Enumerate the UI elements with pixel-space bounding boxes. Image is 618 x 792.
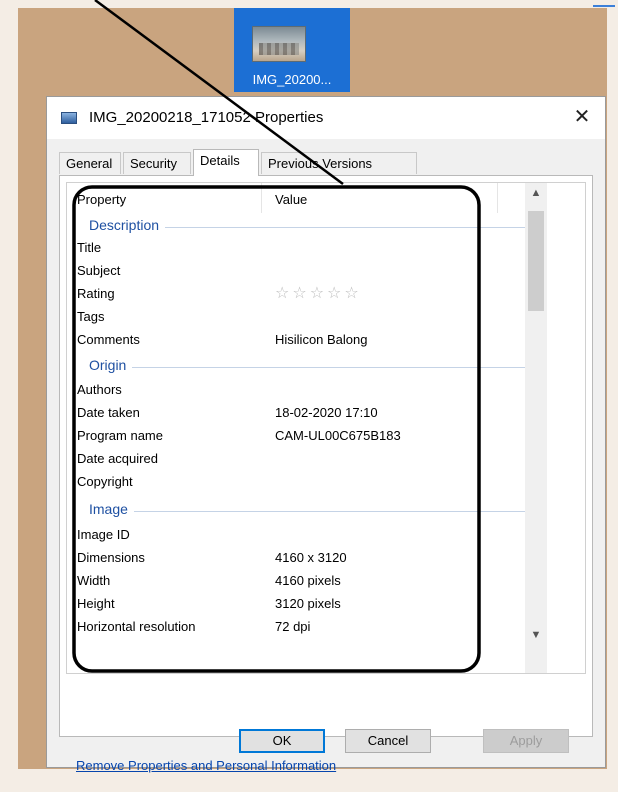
property-label: Width xyxy=(77,573,111,588)
apply-button[interactable]: Apply xyxy=(483,729,569,753)
desktop-file-icon[interactable]: IMG_20200... xyxy=(234,8,350,92)
desktop-file-label: IMG_20200... xyxy=(252,72,332,87)
edge-mark xyxy=(593,5,615,7)
property-label: Dimensions xyxy=(77,550,145,565)
property-label: Program name xyxy=(77,428,163,443)
group-divider xyxy=(89,367,527,368)
scroll-thumb[interactable] xyxy=(528,211,544,311)
group-label: Origin xyxy=(89,357,133,373)
group-label: Image xyxy=(89,501,134,517)
property-value[interactable]: Hisilicon Balong xyxy=(275,329,368,351)
cancel-button[interactable]: Cancel xyxy=(345,729,431,753)
property-label: Title xyxy=(77,240,102,255)
scroll-down-icon[interactable]: ▼ xyxy=(525,629,547,647)
property-value[interactable]: 4160 pixels xyxy=(275,570,341,592)
close-button[interactable]: ✕ xyxy=(567,103,597,131)
property-label: Image ID xyxy=(77,527,130,542)
property-label: Height xyxy=(77,596,115,611)
property-label: Authors xyxy=(77,382,122,397)
column-separator[interactable] xyxy=(261,183,262,213)
property-label: Horizontal resolution xyxy=(77,619,196,634)
property-value[interactable]: 72 dpi xyxy=(275,616,310,638)
property-value[interactable]: CAM-UL00C675B183 xyxy=(275,425,401,447)
group-divider xyxy=(89,511,527,512)
property-value[interactable]: 3120 pixels xyxy=(275,593,341,615)
tab-previous-versions[interactable]: Previous Versions xyxy=(261,152,417,174)
property-label: Rating xyxy=(77,286,115,301)
column-separator[interactable] xyxy=(497,183,498,213)
group-label: Description xyxy=(89,217,166,233)
remove-properties-link[interactable]: Remove Properties and Personal Informati… xyxy=(76,758,336,773)
property-label: Date acquired xyxy=(77,451,158,466)
column-header-property[interactable]: Property xyxy=(77,189,126,211)
property-label: Copyright xyxy=(77,474,133,489)
tab-security[interactable]: Security xyxy=(123,152,191,174)
dialog-titlebar[interactable]: IMG_20200218_171052 Properties ✕ xyxy=(47,97,605,139)
ok-button[interactable]: OK xyxy=(239,729,325,753)
property-value[interactable]: 4160 x 3120 xyxy=(275,547,347,569)
details-panel: Property Value Description Title Subject… xyxy=(59,175,593,773)
property-label: Date taken xyxy=(77,405,140,420)
border-strip-right xyxy=(607,0,618,792)
group-header-description: Description xyxy=(67,215,527,237)
scroll-up-icon[interactable]: ▲ xyxy=(525,187,547,205)
tab-details[interactable]: Details xyxy=(193,149,259,176)
property-label: Subject xyxy=(77,263,121,278)
rating-stars-icon[interactable]: ☆☆☆☆☆ xyxy=(275,283,362,305)
tab-general[interactable]: General xyxy=(59,152,121,174)
group-header-image: Image xyxy=(67,499,527,521)
column-header-value[interactable]: Value xyxy=(275,189,307,211)
property-label: Comments xyxy=(77,332,140,347)
image-thumbnail-icon xyxy=(252,26,306,62)
property-value[interactable]: 18-02-2020 17:10 xyxy=(275,402,378,424)
group-header-origin: Origin xyxy=(67,355,527,377)
dialog-title: IMG_20200218_171052 Properties xyxy=(89,109,324,126)
property-list[interactable]: Property Value Description Title Subject… xyxy=(66,182,586,674)
property-label: Tags xyxy=(77,309,105,324)
border-strip-left xyxy=(0,0,18,792)
vertical-scrollbar[interactable]: ▲ ▼ xyxy=(525,183,547,673)
border-strip-top xyxy=(0,0,618,8)
properties-dialog: IMG_20200218_171052 Properties ✕ General… xyxy=(46,96,606,773)
image-file-icon xyxy=(61,112,77,124)
